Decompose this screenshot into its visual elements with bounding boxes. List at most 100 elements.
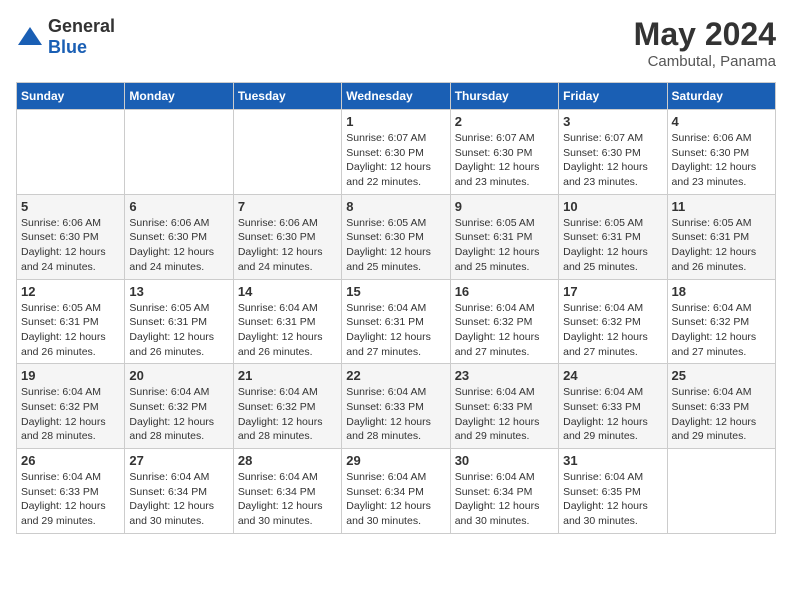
day-info: Sunrise: 6:04 AM Sunset: 6:32 PM Dayligh…: [672, 301, 771, 360]
calendar-cell: 5Sunrise: 6:06 AM Sunset: 6:30 PM Daylig…: [17, 194, 125, 279]
col-header-monday: Monday: [125, 83, 233, 110]
calendar-title: May 2024: [634, 16, 776, 53]
calendar-cell: 13Sunrise: 6:05 AM Sunset: 6:31 PM Dayli…: [125, 279, 233, 364]
calendar-cell: 25 Sunrise: 6:04 AM Sunset: 6:33 PM Dayli…: [667, 364, 775, 449]
calendar-cell: 23Sunrise: 6:04 AM Sunset: 6:33 PM Dayli…: [450, 364, 558, 449]
calendar-cell: [233, 110, 341, 195]
day-number: 17: [563, 284, 662, 299]
header-row: SundayMondayTuesdayWednesdayThursdayFrid…: [17, 83, 776, 110]
day-info: Sunrise: 6:04 AM Sunset: 6:33 PM Dayligh…: [563, 385, 662, 444]
day-info: Sunrise: 6:04 AM Sunset: 6:32 PM Dayligh…: [129, 385, 228, 444]
day-info: Sunrise: 6:04 AM Sunset: 6:32 PM Dayligh…: [563, 301, 662, 360]
day-number: 23: [455, 368, 554, 383]
col-header-saturday: Saturday: [667, 83, 775, 110]
day-info: Sunrise: 6:06 AM Sunset: 6:30 PM Dayligh…: [672, 131, 771, 190]
calendar-cell: 27 Sunrise: 6:04 AM Sunset: 6:34 PM Dayli…: [125, 449, 233, 534]
calendar-cell: 29Sunrise: 6:04 AM Sunset: 6:34 PM Dayli…: [342, 449, 450, 534]
day-info: Sunrise: 6:07 AM Sunset: 6:30 PM Dayligh…: [563, 131, 662, 190]
calendar-cell: 17 Sunrise: 6:04 AM Sunset: 6:32 PM Dayli…: [559, 279, 667, 364]
calendar-cell: 3 Sunrise: 6:07 AM Sunset: 6:30 PM Daylig…: [559, 110, 667, 195]
calendar-cell: 31Sunrise: 6:04 AM Sunset: 6:35 PM Dayli…: [559, 449, 667, 534]
day-info: Sunrise: 6:04 AM Sunset: 6:34 PM Dayligh…: [129, 470, 228, 529]
calendar-cell: 9Sunrise: 6:05 AM Sunset: 6:31 PM Daylig…: [450, 194, 558, 279]
calendar-cell: [125, 110, 233, 195]
day-number: 3: [563, 114, 662, 129]
day-number: 29: [346, 453, 445, 468]
day-number: 4: [672, 114, 771, 129]
day-number: 9: [455, 199, 554, 214]
calendar-cell: 2Sunrise: 6:07 AM Sunset: 6:30 PM Daylig…: [450, 110, 558, 195]
day-info: Sunrise: 6:06 AM Sunset: 6:30 PM Dayligh…: [21, 216, 120, 275]
day-number: 15: [346, 284, 445, 299]
calendar-table: SundayMondayTuesdayWednesdayThursdayFrid…: [16, 82, 776, 534]
day-info: Sunrise: 6:04 AM Sunset: 6:34 PM Dayligh…: [238, 470, 337, 529]
calendar-cell: 1 Sunrise: 6:07 AM Sunset: 6:30 PM Daylig…: [342, 110, 450, 195]
day-info: Sunrise: 6:06 AM Sunset: 6:30 PM Dayligh…: [129, 216, 228, 275]
col-header-sunday: Sunday: [17, 83, 125, 110]
calendar-week-1: 1 Sunrise: 6:07 AM Sunset: 6:30 PM Daylig…: [17, 110, 776, 195]
calendar-cell: 12 Sunrise: 6:05 AM Sunset: 6:31 PM Dayli…: [17, 279, 125, 364]
day-number: 12: [21, 284, 120, 299]
day-number: 26: [21, 453, 120, 468]
calendar-cell: 8 Sunrise: 6:05 AM Sunset: 6:30 PM Daylig…: [342, 194, 450, 279]
calendar-cell: 7 Sunrise: 6:06 AM Sunset: 6:30 PM Daylig…: [233, 194, 341, 279]
calendar-cell: 28Sunrise: 6:04 AM Sunset: 6:34 PM Dayli…: [233, 449, 341, 534]
calendar-cell: 4 Sunrise: 6:06 AM Sunset: 6:30 PM Daylig…: [667, 110, 775, 195]
day-info: Sunrise: 6:04 AM Sunset: 6:32 PM Dayligh…: [238, 385, 337, 444]
calendar-cell: [17, 110, 125, 195]
calendar-cell: 24 Sunrise: 6:04 AM Sunset: 6:33 PM Dayli…: [559, 364, 667, 449]
day-number: 20: [129, 368, 228, 383]
calendar-subtitle: Cambutal, Panama: [634, 53, 776, 70]
calendar-cell: 20 Sunrise: 6:04 AM Sunset: 6:32 PM Dayli…: [125, 364, 233, 449]
calendar-week-2: 5Sunrise: 6:06 AM Sunset: 6:30 PM Daylig…: [17, 194, 776, 279]
calendar-cell: 6Sunrise: 6:06 AM Sunset: 6:30 PM Daylig…: [125, 194, 233, 279]
calendar-cell: 22 Sunrise: 6:04 AM Sunset: 6:33 PM Dayli…: [342, 364, 450, 449]
day-info: Sunrise: 6:04 AM Sunset: 6:31 PM Dayligh…: [346, 301, 445, 360]
day-info: Sunrise: 6:04 AM Sunset: 6:32 PM Dayligh…: [455, 301, 554, 360]
col-header-friday: Friday: [559, 83, 667, 110]
title-block: May 2024 Cambutal, Panama: [634, 16, 776, 70]
col-header-wednesday: Wednesday: [342, 83, 450, 110]
day-info: Sunrise: 6:05 AM Sunset: 6:31 PM Dayligh…: [672, 216, 771, 275]
day-number: 24: [563, 368, 662, 383]
day-number: 11: [672, 199, 771, 214]
day-info: Sunrise: 6:05 AM Sunset: 6:31 PM Dayligh…: [21, 301, 120, 360]
day-info: Sunrise: 6:06 AM Sunset: 6:30 PM Dayligh…: [238, 216, 337, 275]
logo: General Blue: [16, 16, 115, 58]
logo-general: General: [48, 16, 115, 36]
calendar-cell: 16 Sunrise: 6:04 AM Sunset: 6:32 PM Dayli…: [450, 279, 558, 364]
day-number: 19: [21, 368, 120, 383]
calendar-cell: 10 Sunrise: 6:05 AM Sunset: 6:31 PM Dayli…: [559, 194, 667, 279]
day-info: Sunrise: 6:07 AM Sunset: 6:30 PM Dayligh…: [346, 131, 445, 190]
day-number: 27: [129, 453, 228, 468]
calendar-cell: 18Sunrise: 6:04 AM Sunset: 6:32 PM Dayli…: [667, 279, 775, 364]
day-number: 2: [455, 114, 554, 129]
day-number: 7: [238, 199, 337, 214]
logo-blue: Blue: [48, 37, 87, 57]
day-number: 25: [672, 368, 771, 383]
day-number: 22: [346, 368, 445, 383]
day-number: 21: [238, 368, 337, 383]
calendar-cell: 14Sunrise: 6:04 AM Sunset: 6:31 PM Dayli…: [233, 279, 341, 364]
col-header-tuesday: Tuesday: [233, 83, 341, 110]
day-info: Sunrise: 6:04 AM Sunset: 6:31 PM Dayligh…: [238, 301, 337, 360]
day-number: 1: [346, 114, 445, 129]
day-number: 10: [563, 199, 662, 214]
day-number: 8: [346, 199, 445, 214]
calendar-cell: [667, 449, 775, 534]
calendar-cell: 11 Sunrise: 6:05 AM Sunset: 6:31 PM Dayli…: [667, 194, 775, 279]
logo-icon: [16, 23, 44, 51]
calendar-cell: 30Sunrise: 6:04 AM Sunset: 6:34 PM Dayli…: [450, 449, 558, 534]
day-info: Sunrise: 6:05 AM Sunset: 6:31 PM Dayligh…: [129, 301, 228, 360]
day-info: Sunrise: 6:05 AM Sunset: 6:30 PM Dayligh…: [346, 216, 445, 275]
day-info: Sunrise: 6:04 AM Sunset: 6:33 PM Dayligh…: [346, 385, 445, 444]
calendar-week-4: 19 Sunrise: 6:04 AM Sunset: 6:32 PM Dayli…: [17, 364, 776, 449]
day-number: 31: [563, 453, 662, 468]
day-info: Sunrise: 6:04 AM Sunset: 6:33 PM Dayligh…: [672, 385, 771, 444]
day-number: 16: [455, 284, 554, 299]
day-info: Sunrise: 6:05 AM Sunset: 6:31 PM Dayligh…: [563, 216, 662, 275]
day-info: Sunrise: 6:04 AM Sunset: 6:33 PM Dayligh…: [21, 470, 120, 529]
calendar-cell: 26 Sunrise: 6:04 AM Sunset: 6:33 PM Dayli…: [17, 449, 125, 534]
calendar-cell: 21 Sunrise: 6:04 AM Sunset: 6:32 PM Dayli…: [233, 364, 341, 449]
day-info: Sunrise: 6:04 AM Sunset: 6:34 PM Dayligh…: [455, 470, 554, 529]
